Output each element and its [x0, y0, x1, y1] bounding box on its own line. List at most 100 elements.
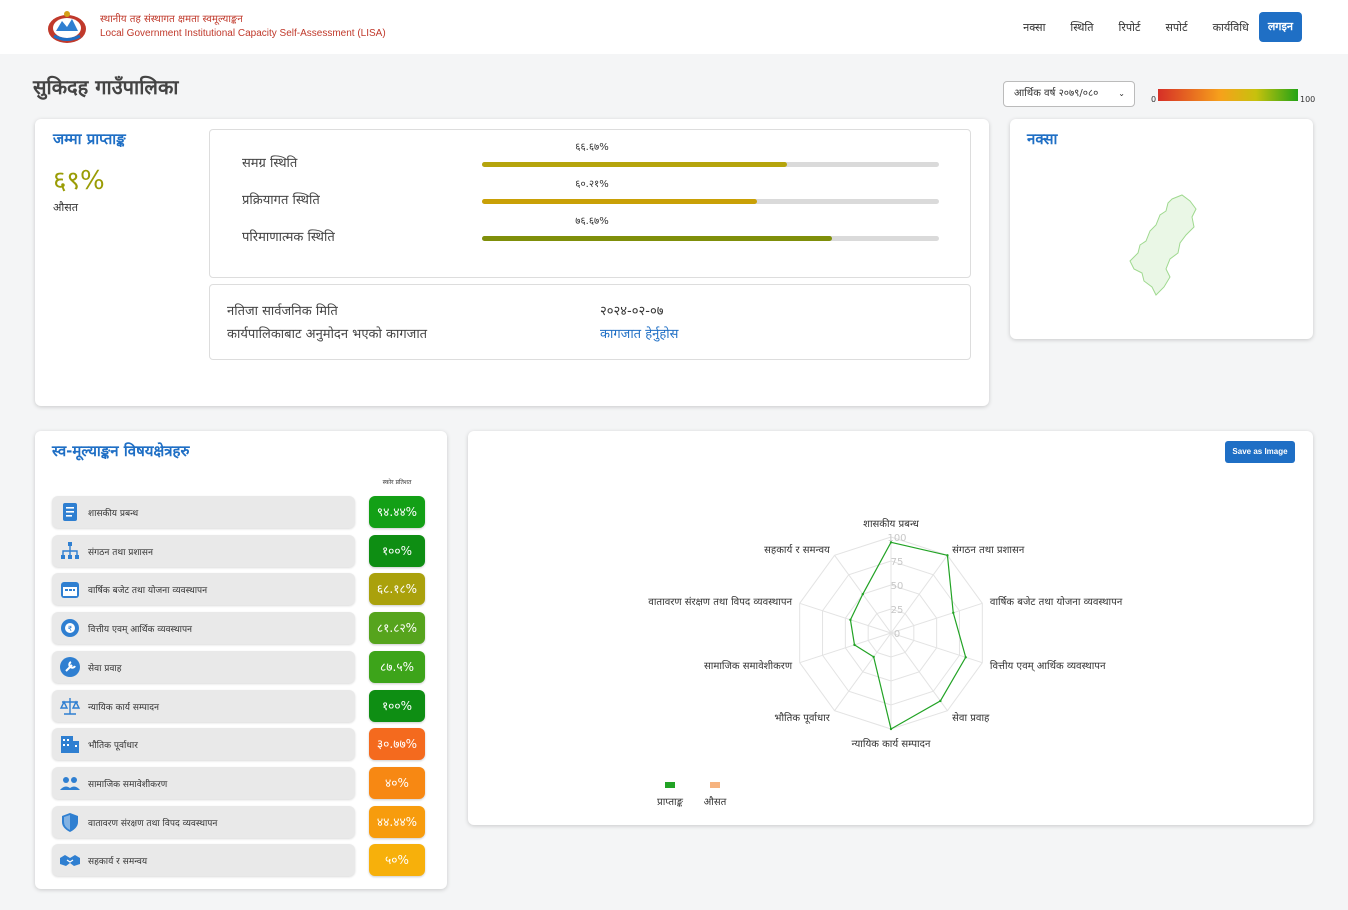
- login-button[interactable]: लगइन: [1258, 12, 1302, 42]
- area-row[interactable]: संगठन तथा प्रशासन १००%: [52, 534, 425, 567]
- shield-icon: [62, 812, 78, 832]
- radar-data-point: [946, 554, 949, 557]
- area-score-badge: ८१.८२%: [369, 612, 425, 645]
- area-score-badge: ४४.४४%: [369, 805, 425, 838]
- fiscal-year-select[interactable]: आर्थिक वर्ष २०७९/०८० ⌄: [1003, 81, 1135, 107]
- area-score-badge: ३०.७७%: [369, 728, 425, 761]
- top-header: स्थानीय तह संस्थागत क्षमता स्वमूल्याङ्कन…: [0, 0, 1348, 54]
- org-chart-icon: [61, 541, 79, 559]
- area-score-badge: ६८.१८%: [369, 573, 425, 606]
- radar-data-point: [853, 643, 856, 647]
- publish-date-label: नतिजा सार्वजनिक मिति: [227, 304, 338, 319]
- chevron-down-icon: ⌄: [1118, 89, 1125, 98]
- area-pill[interactable]: वातावरण संरक्षण तथा विपद व्यवस्थापन: [52, 805, 355, 838]
- area-label: संगठन तथा प्रशासन: [88, 547, 153, 558]
- total-score-title: जम्मा प्राप्ताङ्क: [53, 130, 126, 148]
- area-row[interactable]: वातावरण संरक्षण तथा विपद व्यवस्थापन ४४.४४…: [52, 805, 425, 838]
- area-row[interactable]: न्यायिक कार्य सम्पादन १००%: [52, 689, 425, 722]
- area-label: भौतिक पूर्वाधार: [88, 741, 138, 752]
- legend-max-label: 100: [1300, 95, 1316, 104]
- scales-icon: [59, 697, 81, 715]
- total-score-value: ६९%: [53, 166, 105, 196]
- assessment-areas-title: स्व-मूल्याङ्कन विषयक्षेत्रहरु: [52, 442, 190, 460]
- status-row-overall: ६६.६७% समग्र स्थिति: [210, 138, 970, 175]
- nav-support[interactable]: सपोर्ट: [1165, 20, 1187, 35]
- area-pill[interactable]: सामाजिक समावेशीकरण: [52, 766, 355, 799]
- radar-chart-card: 0 25 50 75 100 शासकीय प्रबन्ध संगठन तथा प्रशास…: [468, 431, 1313, 825]
- nepal-emblem-logo[interactable]: [46, 9, 88, 45]
- radar-chart: 0255075100शासकीय प्रबन्धसंगठन तथा प्रशास…: [648, 518, 1123, 808]
- area-pill[interactable]: संगठन तथा प्रशासन: [52, 534, 355, 567]
- area-row[interactable]: शासकीय प्रबन्ध ९४.४४%: [52, 496, 425, 528]
- legend-swatch: [710, 782, 720, 788]
- calendar-icon: [61, 582, 79, 599]
- radar-category-label: न्यायिक कार्य सम्पादन: [852, 738, 931, 750]
- radar-tick-label: 50: [891, 581, 904, 592]
- radar-category-label: भौतिक पूर्वाधार: [774, 712, 830, 724]
- map-title: नक्सा: [1027, 130, 1058, 148]
- handshake-icon: [60, 855, 80, 867]
- document-list-icon: [63, 503, 77, 521]
- legend-label: प्राप्ताङ्क: [657, 797, 684, 808]
- status-box: ६६.६७% समग्र स्थिति ६०.२१% प्रक्रियागत स…: [209, 129, 971, 278]
- area-score-badge: ४०%: [369, 766, 425, 799]
- radar-tick-label: 25: [891, 605, 904, 616]
- legend-min-label: 0: [1151, 95, 1157, 104]
- area-score-badge: १००%: [369, 534, 425, 567]
- total-score-card: जम्मा प्राप्ताङ्क ६९% औसत ६६.६७% समग्र स…: [35, 119, 989, 406]
- save-as-image-button[interactable]: Save as Image: [1225, 441, 1295, 463]
- approved-doc-label: कार्यपालिकाबाट अनुमोदन भएको कागजात: [227, 327, 428, 342]
- area-pill[interactable]: शासकीय प्रबन्ध: [52, 496, 355, 528]
- municipality-map[interactable]: [1120, 191, 1216, 301]
- area-label: शासकीय प्रबन्ध: [88, 509, 139, 519]
- total-score-avg-label: औसत: [53, 201, 78, 214]
- legend-swatch: [665, 782, 675, 788]
- org-name-nepali: स्थानीय तह संस्थागत क्षमता स्वमूल्याङ्कन: [100, 14, 243, 25]
- wrench-icon: [60, 656, 80, 677]
- area-pill[interactable]: वार्षिक बजेट तथा योजना व्यवस्थापन: [52, 573, 355, 606]
- page-title: सुकिदह गाउँपालिका: [33, 75, 179, 99]
- area-row[interactable]: सामाजिक समावेशीकरण ४०%: [52, 766, 425, 799]
- status-row-quantitative: ७६.६७% परिमाणात्मक स्थिति: [210, 212, 970, 249]
- score-percent-header: स्कोर प्रतिशत: [382, 479, 412, 486]
- radar-spoke: [834, 632, 892, 711]
- radar-category-label: सामाजिक समावेशीकरण: [704, 660, 793, 672]
- area-label: न्यायिक कार्य सम्पादन: [88, 702, 160, 713]
- area-row[interactable]: सेवा प्रवाह ८७.५%: [52, 650, 425, 683]
- map-card: नक्सा: [1010, 119, 1313, 339]
- nav-status[interactable]: स्थिति: [1070, 20, 1093, 35]
- area-pill[interactable]: ₹ वित्तीय एवम् आर्थिक व्यवस्थापन: [52, 612, 355, 645]
- area-row[interactable]: सहकार्य र समन्वय ५०%: [52, 844, 425, 877]
- area-score-badge: ८७.५%: [369, 650, 425, 683]
- area-score-badge: ९४.४४%: [369, 496, 425, 528]
- main-nav: नक्सा स्थिति रिपोर्ट सपोर्ट कार्यविधि लग…: [998, 12, 1302, 42]
- area-pill[interactable]: सेवा प्रवाह: [52, 650, 355, 683]
- svg-text:₹: ₹: [68, 625, 73, 633]
- area-row[interactable]: भौतिक पूर्वाधार ३०.७७%: [52, 728, 425, 761]
- nav-report[interactable]: रिपोर्ट: [1118, 20, 1140, 35]
- view-document-link[interactable]: कागजात हेर्नुहोस: [600, 324, 678, 342]
- area-label: वार्षिक बजेट तथा योजना व्यवस्थापन: [88, 586, 208, 597]
- org-name-english: Local Government Institutional Capacity …: [100, 28, 386, 39]
- status-label: प्रक्रियागत स्थिति: [242, 193, 320, 208]
- radar-category-label: वार्षिक बजेट तथा योजना व्यवस्थापन: [990, 596, 1123, 608]
- radar-category-label: सहकार्य र समन्वय: [764, 544, 830, 556]
- radar-category-label: वातावरण संरक्षण तथा विपद व्यवस्थापन: [648, 596, 792, 608]
- area-pill[interactable]: न्यायिक कार्य सम्पादन: [52, 689, 355, 722]
- status-pct: ७६.६७%: [575, 216, 609, 227]
- nav-map[interactable]: नक्सा: [1023, 20, 1045, 35]
- status-label: परिमाणात्मक स्थिति: [242, 230, 335, 245]
- area-score-badge: ५०%: [369, 844, 425, 877]
- area-row[interactable]: ₹ वित्तीय एवम् आर्थिक व्यवस्थापन ८१.८२%: [52, 612, 425, 645]
- progress-fill: [482, 162, 787, 167]
- area-row[interactable]: वार्षिक बजेट तथा योजना व्यवस्थापन ६८.१८%: [52, 573, 425, 606]
- status-row-process: ६०.२१% प्रक्रियागत स्थिति: [210, 175, 970, 212]
- radar-category-label: वित्तीय एवम् आर्थिक व्यवस्थापन: [990, 660, 1106, 672]
- nav-procedure[interactable]: कार्यविधि: [1213, 20, 1249, 35]
- radar-data-point: [872, 655, 875, 659]
- area-pill[interactable]: भौतिक पूर्वाधार: [52, 728, 355, 761]
- area-pill[interactable]: सहकार्य र समन्वय: [52, 844, 355, 877]
- building-icon: [61, 736, 79, 754]
- area-label: सेवा प्रवाह: [88, 663, 122, 674]
- radar-category-label: सेवा प्रवाह: [952, 712, 990, 724]
